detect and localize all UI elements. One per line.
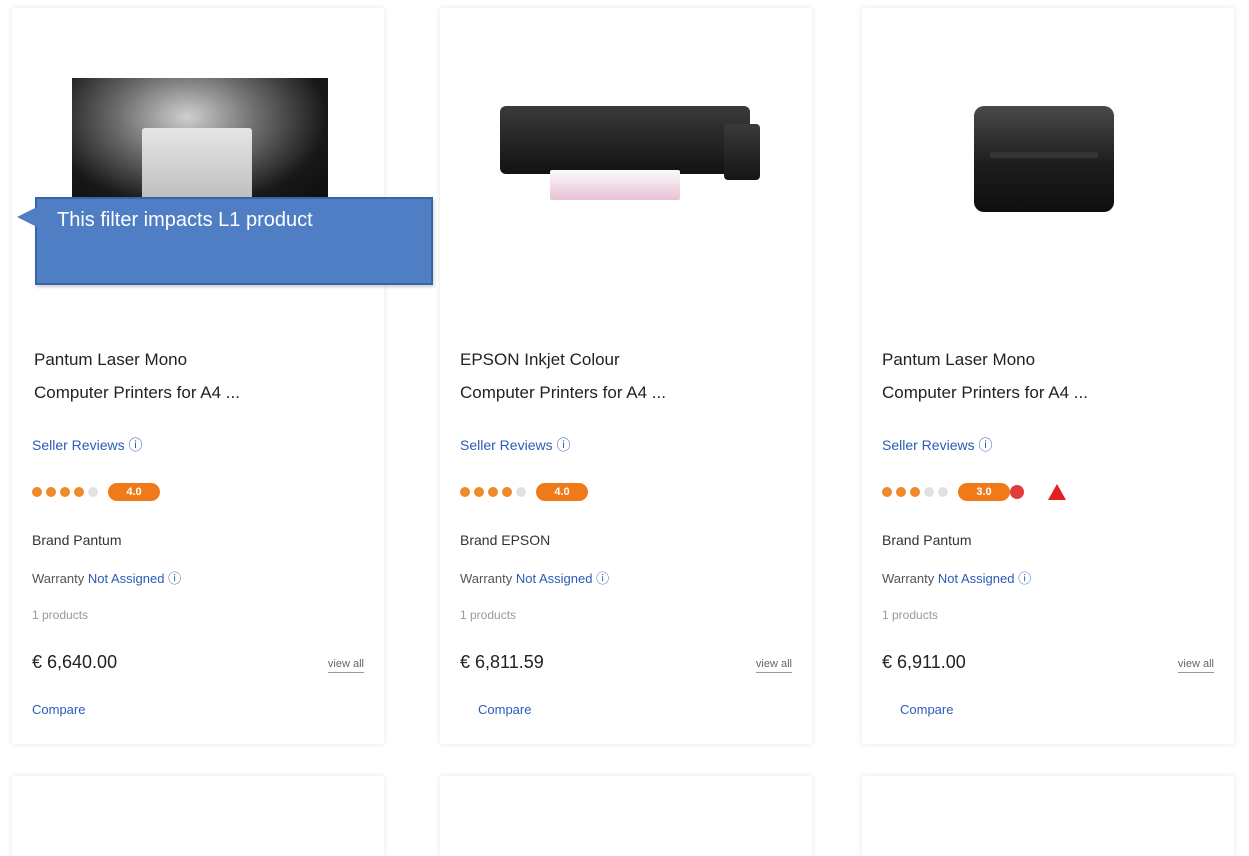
product-card-row2[interactable] — [440, 776, 812, 856]
star-empty-icon — [516, 487, 526, 497]
product-card-row2[interactable] — [12, 776, 384, 856]
star-empty-icon — [938, 487, 948, 497]
rating-badge: 4.0 — [536, 483, 588, 501]
warranty-info: Warranty Not Assigned ⓘ — [32, 571, 182, 586]
product-card[interactable]: Pantum Laser Mono Computer Printers for … — [862, 8, 1234, 744]
brand-label: Brand EPSON — [460, 532, 551, 548]
product-price: € 6,911.00 — [882, 652, 966, 672]
compare-link[interactable]: Compare — [478, 702, 531, 717]
compare-control[interactable]: Compare — [478, 702, 531, 717]
product-price: € 6,640.00 — [32, 652, 118, 672]
product-image[interactable] — [500, 106, 760, 202]
star-empty-icon — [924, 487, 934, 497]
product-price: € 6,811.59 — [460, 652, 544, 672]
paper-slot — [990, 152, 1098, 158]
star-icon — [896, 487, 906, 497]
star-icon — [910, 487, 920, 497]
compare-link[interactable]: Compare — [900, 702, 953, 717]
seller-reviews-link[interactable]: Seller Reviews ⓘ — [460, 435, 570, 455]
product-title[interactable]: Pantum Laser Mono Computer Printers for … — [34, 343, 364, 409]
brand-label: Brand Pantum — [32, 532, 122, 548]
star-icon — [488, 487, 498, 497]
seller-reviews-link[interactable]: Seller Reviews ⓘ — [32, 435, 142, 455]
printer-body — [500, 106, 750, 174]
star-icon — [74, 487, 84, 497]
view-all-link[interactable]: view all — [1177, 658, 1214, 673]
product-count: 1 products — [460, 608, 517, 622]
product-card-row2[interactable] — [862, 776, 1234, 856]
seller-reviews-link[interactable]: Seller Reviews ⓘ — [882, 435, 992, 455]
printer-shape — [142, 128, 252, 208]
product-card[interactable]: EPSON Inkjet Colour Computer Printers fo… — [440, 8, 812, 744]
rating-badge: 3.0 — [958, 483, 1010, 501]
rating-badge: 4.0 — [108, 483, 160, 501]
product-title[interactable]: EPSON Inkjet Colour Computer Printers fo… — [460, 343, 790, 409]
product-image[interactable] — [72, 78, 328, 208]
warranty-link[interactable]: Not Assigned ⓘ — [938, 571, 1031, 586]
warning-icon[interactable] — [1048, 484, 1066, 500]
product-card[interactable]: Pantum Laser Mono Computer Printers for … — [12, 8, 384, 744]
rating-stars: 3.0 — [882, 480, 1066, 504]
rating-stars: 4.0 — [32, 480, 160, 504]
view-all-link[interactable]: view all — [755, 658, 792, 673]
alert-dot-icon — [1010, 485, 1024, 499]
star-icon — [882, 487, 892, 497]
star-icon — [502, 487, 512, 497]
star-icon — [474, 487, 484, 497]
rating-stars: 4.0 — [460, 480, 588, 504]
product-image-area[interactable] — [440, 8, 812, 308]
compare-control[interactable]: Compare — [32, 702, 85, 717]
compare-control[interactable]: Compare — [900, 702, 953, 717]
warranty-info: Warranty Not Assigned ⓘ — [460, 571, 610, 586]
warranty-link[interactable]: Not Assigned ⓘ — [88, 571, 181, 586]
product-image[interactable] — [974, 106, 1114, 212]
compare-link[interactable]: Compare — [32, 702, 85, 717]
star-icon — [46, 487, 56, 497]
warranty-info: Warranty Not Assigned ⓘ — [882, 571, 1032, 586]
warranty-link[interactable]: Not Assigned ⓘ — [516, 571, 609, 586]
callout-text: This filter impacts L1 product — [57, 209, 313, 231]
ink-tank — [724, 124, 760, 180]
star-empty-icon — [88, 487, 98, 497]
annotation-callout: This filter impacts L1 product — [17, 197, 433, 285]
star-icon — [460, 487, 470, 497]
paper-output — [550, 170, 680, 200]
product-count: 1 products — [882, 608, 939, 622]
product-title[interactable]: Pantum Laser Mono Computer Printers for … — [882, 343, 1212, 409]
callout-pointer — [17, 207, 37, 227]
brand-label: Brand Pantum — [882, 532, 972, 548]
view-all-link[interactable]: view all — [327, 658, 364, 673]
product-image-area[interactable] — [862, 8, 1234, 308]
star-icon — [32, 487, 42, 497]
product-count: 1 products — [32, 608, 89, 622]
star-icon — [60, 487, 70, 497]
